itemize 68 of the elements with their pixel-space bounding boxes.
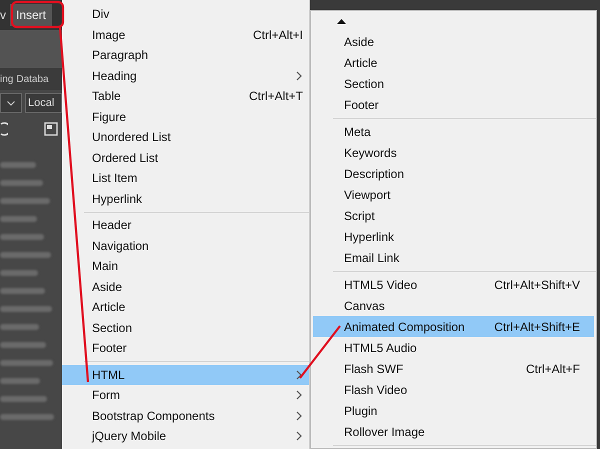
scroll-up-icon bbox=[337, 18, 346, 24]
menu-item[interactable]: Ordered List bbox=[62, 148, 309, 168]
blurred-file-name bbox=[0, 342, 46, 348]
blurred-file-name bbox=[0, 180, 43, 186]
blurred-file-name bbox=[0, 378, 40, 384]
blurred-file-name bbox=[0, 306, 52, 312]
menu-item[interactable]: Paragraph bbox=[62, 45, 309, 66]
menu-item[interactable]: Meta bbox=[313, 121, 594, 142]
blurred-file-name bbox=[0, 234, 44, 240]
blurred-file-name bbox=[0, 252, 51, 258]
menu-item[interactable]: HTML5 Audio bbox=[313, 337, 594, 358]
menu-item[interactable]: Hyperlink bbox=[313, 226, 594, 247]
menu-item[interactable]: Figure bbox=[62, 106, 309, 127]
panel-tab[interactable]: Databa bbox=[16, 72, 49, 86]
annotation-line bbox=[299, 325, 341, 379]
menu-item[interactable]: Animated Composition Ctrl+Alt+Shift+E bbox=[313, 316, 594, 337]
menu-item[interactable]: Main bbox=[62, 256, 309, 276]
blurred-file-name bbox=[0, 270, 38, 276]
blurred-file-name bbox=[0, 396, 47, 402]
annotation-outline bbox=[10, 0, 64, 28]
menu-item[interactable]: Hyperlink bbox=[62, 188, 309, 209]
chevron-down-icon bbox=[7, 100, 15, 106]
dropdown[interactable] bbox=[0, 93, 22, 113]
layout-icon bbox=[44, 122, 58, 136]
menu-item[interactable]: Bootstrap Components bbox=[62, 406, 309, 426]
menu-item[interactable]: Plugin bbox=[313, 400, 594, 421]
menu-item[interactable]: Email Link bbox=[313, 247, 594, 268]
menu-item[interactable]: Section bbox=[62, 318, 309, 338]
menu-item[interactable]: HTML5 Video Ctrl+Alt+Shift+V bbox=[313, 274, 594, 295]
blurred-file-name bbox=[0, 198, 50, 204]
menu-item[interactable]: v bbox=[0, 6, 6, 24]
menu-item[interactable]: HTML bbox=[62, 364, 309, 385]
blurred-file-name bbox=[0, 360, 53, 366]
menu-item[interactable]: jQuery Mobile bbox=[62, 426, 309, 446]
menu-item[interactable]: Viewport bbox=[313, 184, 594, 205]
blurred-file-name bbox=[0, 288, 45, 294]
panel-toolbar bbox=[0, 30, 62, 68]
menu-item[interactable]: Flash Video bbox=[313, 379, 594, 400]
menu-item[interactable]: Unordered List bbox=[62, 127, 309, 148]
menu-item[interactable]: Script bbox=[313, 205, 594, 226]
menu-item[interactable]: Image Ctrl+Alt+I bbox=[62, 24, 309, 45]
menu-item[interactable]: Table Ctrl+Alt+T bbox=[62, 86, 309, 106]
menu-item[interactable]: Heading bbox=[62, 66, 309, 86]
blurred-file-name bbox=[0, 324, 39, 330]
menu-item[interactable]: Description bbox=[313, 163, 594, 184]
menu-item[interactable]: Flash SWF Ctrl+Alt+F bbox=[313, 358, 594, 379]
menu-item[interactable]: Footer bbox=[62, 338, 309, 358]
menu-item[interactable]: Article bbox=[313, 52, 594, 73]
menu-item[interactable]: Form bbox=[62, 385, 309, 406]
blurred-file-name bbox=[0, 162, 36, 168]
menu-item[interactable]: Footer bbox=[313, 94, 594, 115]
menu-item[interactable]: Aside bbox=[313, 31, 594, 52]
menu-item[interactable]: Canvas bbox=[313, 295, 594, 316]
menu-item[interactable]: Section bbox=[313, 73, 594, 94]
refresh-icon bbox=[0, 122, 8, 136]
blurred-file-name bbox=[0, 414, 54, 420]
menu-item[interactable]: Keywords bbox=[313, 142, 594, 163]
dropdown[interactable]: Local bbox=[25, 93, 62, 113]
menu-item[interactable]: List Item bbox=[62, 168, 309, 188]
menu-item[interactable]: Header bbox=[62, 215, 309, 236]
panel-tab[interactable]: ing bbox=[0, 72, 14, 86]
menu-item[interactable]: Aside bbox=[62, 276, 309, 297]
blurred-file-name bbox=[0, 216, 37, 222]
menu-item[interactable]: Div bbox=[62, 4, 309, 24]
menu-item[interactable]: Insert bbox=[10, 4, 52, 26]
menu-item[interactable]: Navigation bbox=[62, 236, 309, 256]
menu-item[interactable]: Article bbox=[62, 297, 309, 318]
menu-item[interactable]: Rollover Image bbox=[313, 421, 594, 442]
